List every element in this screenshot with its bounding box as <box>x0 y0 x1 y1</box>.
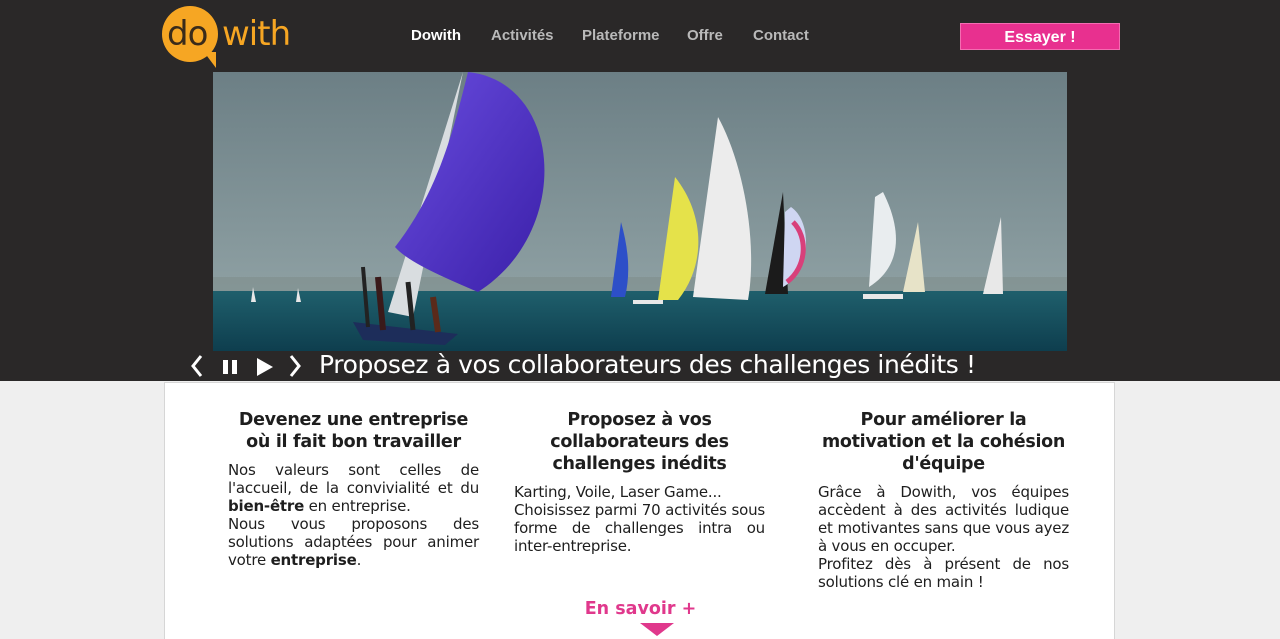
play-icon[interactable] <box>256 357 274 382</box>
feature-column: Devenez une entreprise où il fait bon tr… <box>228 409 479 569</box>
feature-column: Proposez à vos collaborateurs des challe… <box>514 409 765 555</box>
logo-text-do: do <box>167 14 208 54</box>
feature-text: Nos valeurs sont celles de l'accueil, de… <box>228 461 479 569</box>
prev-icon[interactable] <box>190 354 204 383</box>
dowith-logo[interactable]: do with <box>162 6 302 68</box>
nav-item-contact[interactable]: Contact <box>753 27 809 44</box>
pause-icon[interactable] <box>222 359 238 380</box>
feature-title: Pour améliorer la motivation et la cohés… <box>821 410 1066 474</box>
learn-more-link[interactable]: En savoir + <box>165 599 1116 619</box>
feature-title: Devenez une entreprise où il fait bon tr… <box>238 410 469 452</box>
feature-text: Grâce à Dowith, vos équipes accèdent à d… <box>818 483 1069 591</box>
slide-caption: Proposez à vos collaborateurs des challe… <box>319 350 976 379</box>
nav-item-plateforme[interactable]: Plateforme <box>582 27 660 44</box>
feature-text: Karting, Voile, Laser Game... Choisissez … <box>514 483 765 555</box>
features-panel: Devenez une entreprise où il fait bon tr… <box>164 382 1115 639</box>
learn-more-arrow-icon[interactable] <box>640 623 674 636</box>
nav-item-activites[interactable]: Activités <box>491 27 554 44</box>
nav-item-offre[interactable]: Offre <box>687 27 723 44</box>
feature-column: Pour améliorer la motivation et la cohés… <box>818 409 1069 591</box>
try-button[interactable]: Essayer ! <box>960 23 1120 50</box>
logo-text-with: with <box>222 14 291 54</box>
nav-item-dowith[interactable]: Dowith <box>411 27 461 44</box>
slider-controls: Proposez à vos collaborateurs des challe… <box>186 350 1086 383</box>
sailing-regatta-photo <box>213 72 1067 351</box>
next-icon[interactable] <box>288 354 302 383</box>
hero-slide-image <box>213 72 1067 351</box>
logo-bubble-tail <box>204 52 216 68</box>
feature-title: Proposez à vos collaborateurs des challe… <box>550 410 729 474</box>
